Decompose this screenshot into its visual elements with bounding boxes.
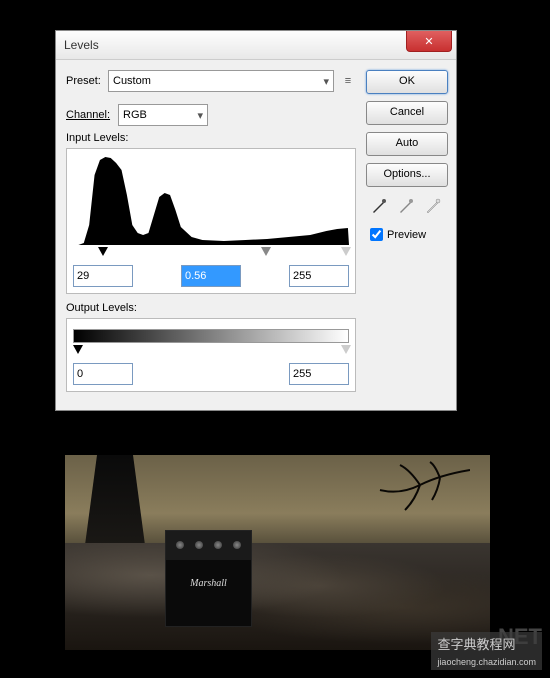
tree-branch [350, 460, 470, 530]
input-white-field[interactable] [289, 265, 349, 287]
black-eyedropper-icon[interactable] [370, 197, 388, 215]
output-levels-box [66, 318, 356, 392]
output-levels-label: Output Levels: [66, 302, 356, 314]
gray-eyedropper-icon[interactable] [397, 197, 415, 215]
eyedropper-group [366, 197, 446, 215]
preview-row: Preview [366, 225, 446, 244]
amplifier: Marshall [165, 530, 252, 627]
amp-knob [176, 541, 184, 549]
output-white-handle[interactable] [341, 345, 351, 354]
input-slider-track[interactable] [73, 247, 349, 261]
dialog-title: Levels [64, 38, 99, 52]
channel-label: Channel: [66, 109, 118, 121]
input-levels-label: Input Levels: [66, 132, 356, 144]
output-gradient [73, 329, 349, 343]
preview-label: Preview [387, 229, 426, 241]
watermark: 查字典教程网 jiaocheng.chazidian.com [431, 632, 542, 670]
ok-button[interactable]: OK [366, 70, 448, 94]
gamma-handle[interactable] [261, 247, 271, 256]
white-eyedropper-icon[interactable] [424, 197, 442, 215]
input-values-row [73, 265, 349, 287]
amp-knob [195, 541, 203, 549]
input-black-field[interactable] [73, 265, 133, 287]
figure-silhouette [85, 455, 145, 545]
input-gamma-field[interactable] [181, 265, 241, 287]
amp-knob [214, 541, 222, 549]
channel-row: Channel: RGB [66, 104, 356, 126]
output-slider-track[interactable] [73, 345, 349, 359]
preset-row: Preset: Custom ≡ [66, 70, 356, 92]
levels-dialog: Levels ✕ Preset: Custom ≡ Channel: RGB I… [55, 30, 457, 411]
output-values-row [73, 363, 349, 385]
black-point-handle[interactable] [98, 247, 108, 256]
close-button[interactable]: ✕ [406, 31, 452, 52]
left-column: Preset: Custom ≡ Channel: RGB Input Leve… [66, 70, 356, 400]
cancel-button[interactable]: Cancel [366, 101, 448, 125]
histogram [73, 155, 349, 245]
watermark-url: jiaocheng.chazidian.com [437, 657, 536, 667]
options-button[interactable]: Options... [366, 163, 448, 187]
auto-button[interactable]: Auto [366, 132, 448, 156]
preview-image: Marshall [65, 455, 490, 650]
input-levels-box [66, 148, 356, 294]
amp-brand-label: Marshall [166, 560, 251, 589]
amp-knob [233, 541, 241, 549]
output-white-field[interactable] [289, 363, 349, 385]
preset-menu-icon[interactable]: ≡ [340, 73, 356, 89]
preset-select[interactable]: Custom [108, 70, 334, 92]
dialog-body: Preset: Custom ≡ Channel: RGB Input Leve… [56, 60, 456, 410]
amp-controls [166, 531, 251, 560]
output-black-field[interactable] [73, 363, 133, 385]
channel-value: RGB [123, 109, 147, 121]
preview-checkbox[interactable] [370, 228, 383, 241]
preset-label: Preset: [66, 75, 108, 87]
output-black-handle[interactable] [73, 345, 83, 354]
rocks [65, 543, 490, 650]
titlebar[interactable]: Levels ✕ [56, 31, 456, 60]
white-point-handle[interactable] [341, 247, 351, 256]
preset-value: Custom [113, 75, 151, 87]
channel-select[interactable]: RGB [118, 104, 208, 126]
watermark-main: 查字典教程网 [437, 637, 515, 652]
right-column: OK Cancel Auto Options... Preview [356, 70, 446, 400]
close-icon: ✕ [424, 35, 433, 48]
